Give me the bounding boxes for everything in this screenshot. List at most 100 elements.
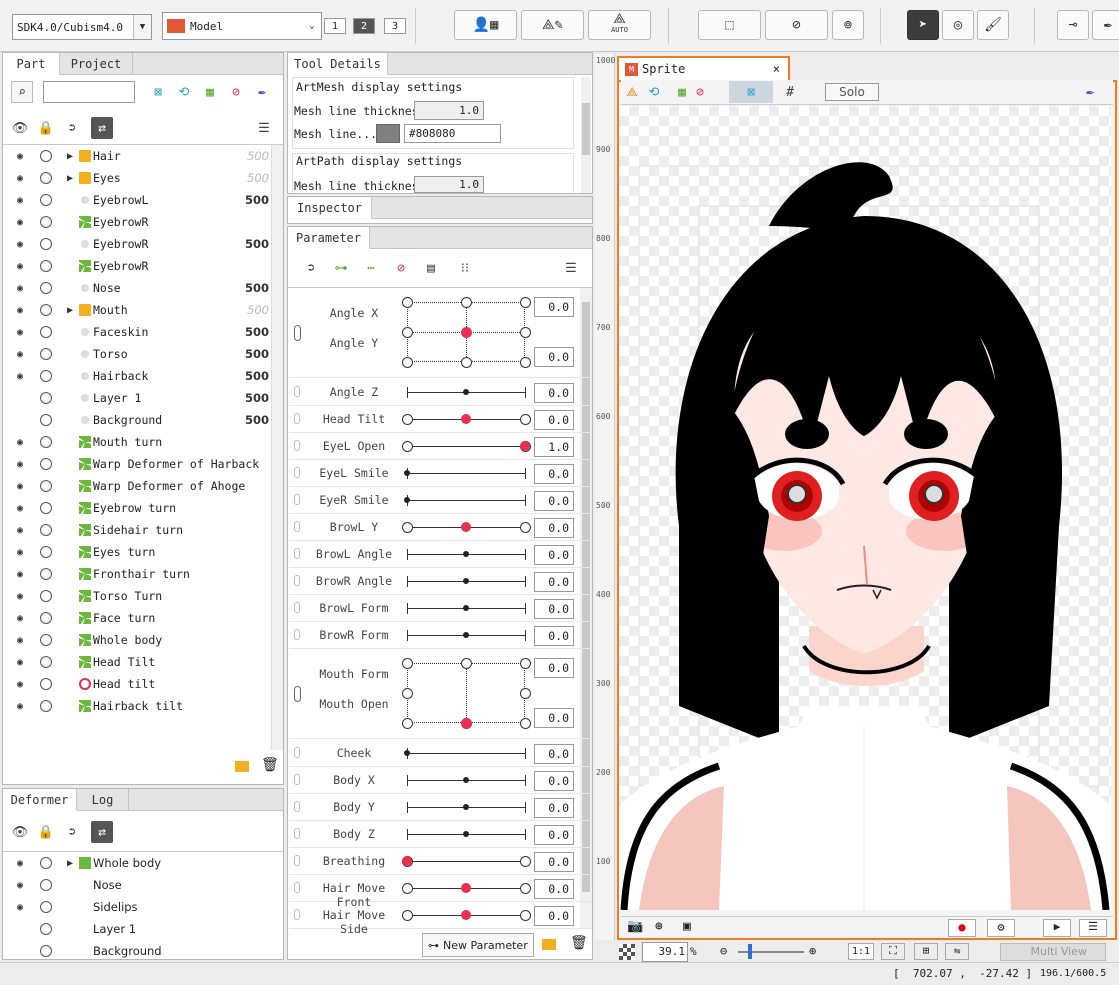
tab-project[interactable]: Project — [60, 53, 133, 75]
parameter-row[interactable]: EyeL Smile 0.0 — [289, 460, 592, 487]
parameter-row[interactable]: Hair Move Front 0.0 — [289, 875, 592, 909]
lock-toggle[interactable] — [40, 150, 52, 162]
keyframe-dot[interactable] — [461, 658, 472, 669]
eye-icon[interactable]: ◉ — [13, 880, 27, 891]
lock-toggle[interactable] — [40, 590, 52, 602]
rotation-visibility-icon[interactable]: ⊘ — [689, 81, 711, 103]
pen-tool-button[interactable]: ✒ — [1092, 10, 1119, 40]
list-icon[interactable]: ☰ — [1079, 919, 1107, 937]
view-button-3[interactable]: 3 — [384, 18, 406, 34]
zoom-out-icon[interactable]: ⊖ — [720, 944, 727, 958]
chevron-right-icon[interactable]: ▶ — [67, 151, 73, 162]
parameter-value[interactable]: 0.0 — [534, 852, 574, 872]
part-row[interactable]: ◉ Hairback 500 — [7, 365, 271, 387]
part-row[interactable]: ◉ Face turn — [7, 607, 271, 629]
lock-icon[interactable]: 🔒 — [35, 117, 57, 139]
zoom-input[interactable]: 39.1 — [642, 942, 688, 962]
new-parameter-button[interactable]: ⊶ New Parameter — [422, 933, 534, 957]
link-icon[interactable] — [294, 686, 301, 702]
lock-toggle[interactable] — [40, 568, 52, 580]
eye-icon[interactable]: 👁 — [9, 117, 31, 139]
fit-width-icon[interactable]: ⊞ — [914, 943, 938, 960]
deformer-row[interactable]: ◉ Sidelips — [7, 896, 271, 918]
lock-toggle[interactable] — [40, 282, 52, 294]
parameter-slider-thumb[interactable] — [461, 522, 471, 532]
tab-tool-details[interactable]: Tool Details — [288, 53, 388, 75]
blend-shape-icon[interactable]: ⁝⁝ — [454, 257, 476, 279]
eye-icon[interactable]: ◉ — [13, 371, 27, 382]
mesh-line-color-swatch[interactable] — [376, 124, 400, 143]
close-icon[interactable]: × — [773, 62, 780, 76]
keyframe-dot[interactable] — [461, 357, 472, 368]
parameter-slider-thumb[interactable] — [461, 414, 471, 424]
tab-log[interactable]: Log — [77, 789, 129, 811]
part-row[interactable]: ◉ Hairback tilt — [7, 695, 271, 717]
model-canvas[interactable] — [619, 106, 1111, 910]
angle-y-value[interactable]: 0.0 — [534, 347, 574, 367]
parameter-value[interactable]: 0.0 — [534, 771, 574, 791]
hamburger-menu-icon[interactable]: ☰ — [560, 257, 582, 279]
link-icon[interactable] — [294, 602, 300, 613]
tab-part[interactable]: Part — [3, 53, 60, 75]
part-row[interactable]: ◉ Mouth turn — [7, 431, 271, 453]
link-icon[interactable] — [294, 325, 301, 341]
eye-icon[interactable]: ◉ — [13, 195, 27, 206]
expand-circle-icon[interactable]: ➲ — [61, 117, 83, 139]
lock-toggle[interactable] — [40, 348, 52, 360]
keyframe-dot[interactable] — [402, 357, 413, 368]
glue-button[interactable]: ⊚ — [832, 10, 864, 40]
lock-toggle[interactable] — [40, 172, 52, 184]
link-icon[interactable] — [294, 828, 300, 839]
eye-icon[interactable]: ◉ — [13, 569, 27, 580]
eye-icon[interactable]: ◉ — [13, 151, 27, 162]
link-icon[interactable] — [294, 440, 300, 451]
eye-icon[interactable]: ◉ — [13, 613, 27, 624]
lock-toggle[interactable] — [40, 656, 52, 668]
parameter-slider-track[interactable] — [407, 446, 525, 447]
keyframe-dot[interactable] — [402, 658, 413, 669]
mouth-xy-pad[interactable] — [407, 663, 525, 724]
parameter-row[interactable]: BrowR Angle 0.0 — [289, 568, 592, 595]
add-key-icon[interactable]: ⊶ — [330, 257, 352, 279]
pen-icon[interactable]: ✒ — [1079, 81, 1101, 103]
artpath-visibility-icon[interactable]: ⟲ — [643, 81, 665, 103]
lock-toggle[interactable] — [40, 216, 52, 228]
parameter-slider-thumb[interactable] — [463, 632, 469, 638]
lock-toggle[interactable] — [40, 370, 52, 382]
keyframe-dot[interactable] — [520, 414, 531, 425]
lock-toggle[interactable] — [40, 194, 52, 206]
parameter-slider-thumb[interactable] — [404, 497, 410, 503]
link-icon[interactable] — [294, 855, 300, 866]
parameter-row[interactable]: Cheek 0.0 — [289, 740, 592, 767]
link-icon[interactable] — [294, 629, 300, 640]
trash-icon[interactable]: 🗑 — [570, 935, 588, 951]
parameter-slider-thumb[interactable] — [463, 578, 469, 584]
keyframe-dot[interactable] — [402, 327, 413, 338]
part-row[interactable]: ◉ Whole body — [7, 629, 271, 651]
mesh-edit-button[interactable]: ⟁✎ — [521, 10, 584, 40]
part-row[interactable]: ◉ EyebrowR 500 — [7, 233, 271, 255]
eye-icon[interactable]: ◉ — [13, 261, 27, 272]
part-row[interactable]: ◉ ▶ Eyes 500 — [7, 167, 271, 189]
parameter-row[interactable]: Body X 0.0 — [289, 767, 592, 794]
parameter-slider-thumb[interactable] — [463, 777, 469, 783]
tab-deformer[interactable]: Deformer — [3, 789, 77, 811]
parameter-row[interactable]: BrowL Form 0.0 — [289, 595, 592, 622]
keyframe-dot[interactable] — [520, 327, 531, 338]
mouth-open-value[interactable]: 0.0 — [534, 708, 574, 728]
warp-filter-icon[interactable]: ▦ — [199, 81, 221, 103]
deformer-row[interactable]: Background — [7, 940, 271, 960]
eye-icon[interactable]: ◉ — [13, 657, 27, 668]
lock-toggle[interactable] — [40, 502, 52, 514]
parameter-slider-thumb[interactable] — [463, 551, 469, 557]
parameter-value[interactable]: 0.0 — [534, 744, 574, 764]
eye-icon[interactable]: ◉ — [13, 173, 27, 184]
parameter-value[interactable]: 0.0 — [534, 825, 574, 845]
mouth-form-value[interactable]: 0.0 — [534, 658, 574, 678]
keyframe-dot[interactable] — [461, 297, 472, 308]
pen-filter-icon[interactable]: ✒ — [251, 81, 273, 103]
keyframe-dot[interactable] — [520, 856, 531, 867]
part-row[interactable]: ◉ ▶ Hair 500 — [7, 145, 271, 167]
mesh-line-color-input[interactable]: #808080 — [404, 124, 501, 143]
keyframe-dot[interactable] — [520, 718, 531, 729]
